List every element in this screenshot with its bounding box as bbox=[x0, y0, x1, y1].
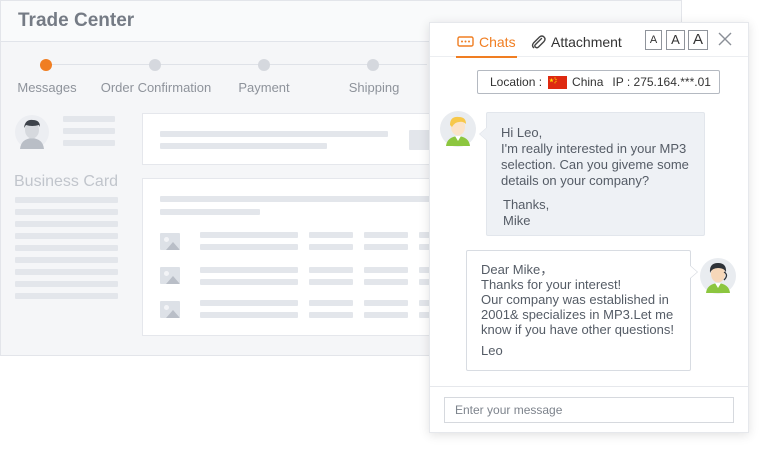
message-input[interactable] bbox=[444, 397, 734, 423]
message-signoff: Mike bbox=[503, 213, 531, 228]
message-text: Hi Leo, bbox=[501, 125, 543, 140]
business-card-title: Business Card bbox=[14, 173, 119, 190]
placeholder-line bbox=[160, 131, 388, 137]
placeholder-line bbox=[364, 267, 408, 273]
image-placeholder-icon bbox=[160, 233, 180, 250]
message-list: Hi Leo, I'm really interested in your MP… bbox=[430, 101, 748, 387]
placeholder-line bbox=[15, 281, 118, 287]
placeholder-line bbox=[309, 300, 353, 306]
placeholder-line bbox=[15, 197, 118, 203]
message-text: Thanks for your interest! bbox=[481, 277, 622, 292]
step-label-payment[interactable]: Payment bbox=[238, 80, 289, 95]
product-list-card bbox=[142, 178, 445, 336]
avatar-icon bbox=[440, 111, 476, 147]
avatar-icon bbox=[15, 115, 49, 149]
placeholder-line bbox=[200, 300, 298, 306]
step-dot-messages bbox=[40, 59, 52, 71]
trade-center-title: Trade Center bbox=[18, 10, 135, 31]
placeholder-line bbox=[309, 312, 353, 318]
message-text: selection. Can you giveme some bbox=[501, 157, 689, 172]
chat-panel: Chats Attachment A A A Location : China … bbox=[429, 22, 749, 433]
step-dot-order-confirmation bbox=[149, 59, 161, 71]
step-dot-payment bbox=[258, 59, 270, 71]
placeholder-line bbox=[15, 209, 118, 215]
paperclip-icon bbox=[531, 35, 546, 49]
message-text: I'm really interested in your MP3 bbox=[501, 141, 687, 156]
incoming-message-bubble: Hi Leo, I'm really interested in your MP… bbox=[479, 112, 705, 236]
placeholder-line bbox=[200, 279, 298, 285]
placeholder-line bbox=[200, 244, 298, 250]
summary-card bbox=[142, 113, 443, 165]
placeholder-line bbox=[309, 267, 353, 273]
message-text: Our company was established in bbox=[481, 292, 669, 307]
placeholder-line bbox=[15, 257, 118, 263]
tab-attachment-label: Attachment bbox=[551, 34, 622, 50]
message-text: Dear Mike， bbox=[481, 262, 554, 277]
tab-attachment[interactable]: Attachment bbox=[531, 31, 622, 53]
placeholder-line bbox=[15, 233, 118, 239]
placeholder-line bbox=[15, 293, 118, 299]
avatar-icon bbox=[700, 258, 736, 294]
message-signoff: Leo bbox=[481, 343, 503, 358]
placeholder-line bbox=[63, 128, 115, 134]
placeholder-line bbox=[160, 209, 260, 215]
message-text: details on your company? bbox=[501, 173, 650, 188]
location-country: China bbox=[572, 75, 604, 89]
placeholder-line bbox=[15, 245, 118, 251]
placeholder-line bbox=[364, 244, 408, 250]
placeholder-line bbox=[200, 232, 298, 238]
step-label-shipping[interactable]: Shipping bbox=[349, 80, 400, 95]
placeholder-line bbox=[63, 116, 115, 122]
placeholder-line bbox=[15, 269, 118, 275]
message-text: 2001& specializes in MP3.Let me bbox=[481, 307, 674, 322]
image-placeholder-icon bbox=[160, 267, 180, 284]
placeholder-line bbox=[200, 312, 298, 318]
placeholder-line bbox=[309, 232, 353, 238]
close-icon[interactable] bbox=[717, 31, 733, 47]
outgoing-message-bubble: Dear Mike， Thanks for your interest! Our… bbox=[466, 250, 698, 371]
step-label-order-confirmation[interactable]: Order Confirmation bbox=[101, 80, 212, 95]
placeholder-line bbox=[364, 312, 408, 318]
font-size-large-button[interactable]: A bbox=[688, 30, 708, 50]
placeholder-line bbox=[364, 232, 408, 238]
placeholder-line bbox=[63, 140, 115, 146]
placeholder-line bbox=[160, 196, 445, 202]
message-signoff: Thanks, bbox=[503, 197, 550, 212]
message-gap bbox=[501, 189, 694, 197]
placeholder-line bbox=[15, 221, 118, 227]
placeholder-line bbox=[364, 279, 408, 285]
china-flag-icon bbox=[548, 75, 568, 89]
placeholder-line bbox=[160, 143, 327, 149]
message-text: know if you have other questions! bbox=[481, 322, 674, 337]
image-placeholder-icon bbox=[160, 301, 180, 318]
placeholder-line bbox=[200, 267, 298, 273]
location-label: Location : bbox=[490, 75, 543, 89]
chat-tab-bar: Chats Attachment A A A bbox=[430, 23, 748, 58]
step-label-messages[interactable]: Messages bbox=[17, 80, 76, 95]
location-badge: Location : China IP : 275.164.***.01 bbox=[477, 70, 720, 94]
location-ip: IP : 275.164.***.01 bbox=[612, 75, 711, 89]
placeholder-line bbox=[309, 279, 353, 285]
font-size-medium-button[interactable]: A bbox=[666, 30, 685, 50]
tab-chats[interactable]: Chats bbox=[456, 31, 517, 58]
tab-chats-label: Chats bbox=[479, 34, 516, 50]
step-dot-shipping bbox=[367, 59, 379, 71]
placeholder-line bbox=[309, 244, 353, 250]
chat-bubble-icon bbox=[457, 35, 474, 47]
font-size-small-button[interactable]: A bbox=[645, 30, 662, 50]
placeholder-line bbox=[364, 300, 408, 306]
